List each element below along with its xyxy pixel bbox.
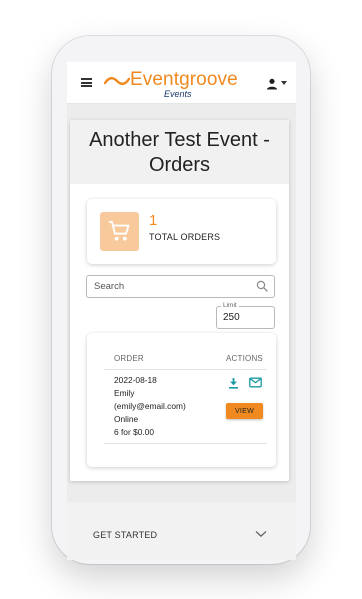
page-title: Another Test Event - Orders <box>70 128 289 178</box>
account-menu[interactable] <box>266 77 290 91</box>
row-divider <box>104 443 267 444</box>
cart-tile <box>100 212 139 251</box>
limit-label: Limit <box>221 302 239 310</box>
cart-icon <box>108 220 130 241</box>
logo-text: Eventgroove <box>130 69 238 90</box>
expand-chevron-icon[interactable] <box>255 530 267 538</box>
app-header: Eventgroove Events <box>67 62 296 104</box>
title-band: Another Test Event - Orders <box>70 120 289 184</box>
logo-subtext: Events <box>164 89 192 99</box>
get-started-label: GET STARTED <box>93 530 158 540</box>
total-orders-label: TOTAL ORDERS <box>149 232 221 242</box>
limit-field[interactable]: Limit 250 <box>216 302 275 329</box>
total-orders-count: 1 <box>149 212 158 229</box>
page-title-line-2: Orders <box>148 154 211 176</box>
order-date: 2022-08-18 <box>114 375 157 385</box>
orders-page-card: Another Test Event - Orders 1 TOTAL ORDE… <box>70 120 289 481</box>
mail-icon[interactable] <box>249 377 262 388</box>
orders-table: ORDER ACTIONS 2022-08-18 Emily (emily@em… <box>87 333 276 467</box>
search-icon[interactable] <box>256 280 268 292</box>
stage: Eventgroove Events Another Test Event - … <box>0 0 362 599</box>
column-header-order: ORDER <box>114 354 144 363</box>
phone-screen: Eventgroove Events Another Test Event - … <box>67 62 296 560</box>
account-icon <box>267 78 277 90</box>
order-channel: Online <box>114 414 139 424</box>
download-icon[interactable] <box>228 377 239 389</box>
limit-value[interactable]: 250 <box>223 312 240 323</box>
chevron-down-icon <box>281 81 287 85</box>
customer-name: Emily <box>114 388 135 398</box>
column-header-actions: ACTIONS <box>226 354 263 363</box>
header-divider <box>104 369 267 370</box>
brand-logo[interactable]: Eventgroove Events <box>104 67 249 99</box>
hamburger-icon[interactable] <box>81 78 92 87</box>
search-input[interactable] <box>86 275 275 298</box>
logo-wave-icon <box>104 77 130 85</box>
get-started-section[interactable]: GET STARTED <box>67 502 296 560</box>
total-orders-card: 1 TOTAL ORDERS <box>87 199 276 264</box>
order-quantity-price: 6 for $0.00 <box>114 427 155 437</box>
page-title-line-1: Another Test Event - <box>89 129 270 151</box>
view-order-button[interactable]: VIEW <box>226 403 263 419</box>
customer-email: (emily@email.com) <box>114 401 186 411</box>
